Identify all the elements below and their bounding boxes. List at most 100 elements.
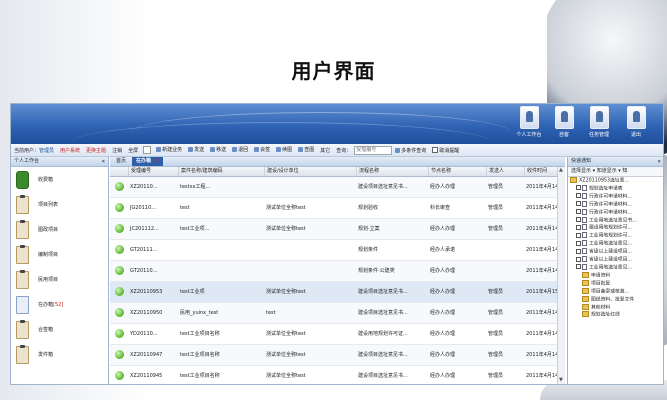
right-panel-header: 快递通知 » <box>568 157 663 167</box>
column-header[interactable]: 收件时间 <box>524 167 558 176</box>
checkbox-icon[interactable] <box>576 240 581 246</box>
table-cell: 2011年4月14日 <box>526 268 558 274</box>
checkbox-icon[interactable] <box>576 193 581 199</box>
folder-icon <box>582 287 589 294</box>
table-row[interactable]: XZ20110... testxx工程... 建设项目选址意见书... 经办人办理 管理… <box>110 177 565 198</box>
search-input[interactable] <box>354 145 393 155</box>
table-row[interactable]: GT20110... 规划条件·公建类 经办人办理 2011年4月14日 <box>110 261 565 282</box>
table-cell: 管理员 <box>488 226 504 232</box>
table-row[interactable]: XZ20110950 民用_yuinx_test test 建设项目选址意见书... 经… <box>110 303 565 324</box>
sidebar-item-3[interactable]: 编制项目 <box>11 242 108 267</box>
sidebar-item-4[interactable]: 民用项目 <box>11 267 108 292</box>
sidebar-item-5[interactable]: 在办箱[52] <box>11 292 108 317</box>
status-icon <box>115 245 124 254</box>
column-header[interactable]: 案件名称/建筑编码 <box>178 167 264 176</box>
status-icon <box>115 203 124 212</box>
tree-node[interactable]: 建设用地规划许可... <box>570 224 663 232</box>
toolbar-action-1[interactable]: 发送 <box>185 146 207 153</box>
header-button-3[interactable]: 退出 <box>621 105 651 141</box>
table-row[interactable]: GT20111... 规划条件 经办人承诺 2011年4月14日 <box>110 240 565 261</box>
toolbar-action-5[interactable]: 续图 <box>273 146 295 153</box>
table-row[interactable]: XZ20110945 test工业项目名称 测试单位全称test 建设项目选址意见书.… <box>110 366 565 384</box>
tree-node[interactable]: 工业用地选址意见... <box>570 240 663 248</box>
collapse-icon[interactable]: » <box>657 157 661 166</box>
tree-node[interactable]: 项目批复 <box>570 279 663 288</box>
checkbox-icon[interactable] <box>576 264 581 270</box>
tree-node[interactable]: 其他材料 <box>570 303 663 312</box>
tree-node[interactable]: 规划选址申请表 <box>570 184 663 193</box>
header-button-1[interactable]: 自客 <box>549 105 579 141</box>
checkbox-icon[interactable] <box>576 185 581 191</box>
column-header[interactable]: 发送人 <box>486 167 524 176</box>
sidebar-item-2[interactable]: 图政项目 <box>11 217 108 242</box>
column-header[interactable]: 节点名称 <box>428 167 486 176</box>
checkbox-icon[interactable] <box>576 217 581 223</box>
header-button-0[interactable]: 个人工作台 <box>514 105 544 141</box>
table-row[interactable]: JC201112... test工业项... 测试单位全称test 规划·立案 经办人办… <box>110 219 565 240</box>
right-panel-tools[interactable]: 选择显示 ▾ 知道显示 ▾ 知 <box>568 167 663 177</box>
table-row[interactable]: XZ20110947 test工业项目名称 测试单位全称test 建设项目选址意见书.… <box>110 345 565 366</box>
document-icon <box>582 256 587 263</box>
logout-link[interactable]: 注销 <box>109 147 125 154</box>
toolbar-action-6[interactable]: 查图 <box>295 146 317 153</box>
checkbox-icon[interactable] <box>576 201 581 207</box>
checkbox-icon[interactable] <box>576 209 581 215</box>
tab-in-progress[interactable]: 在办箱 × <box>132 157 164 166</box>
tree-node[interactable]: 省级以上建设项目... <box>570 248 663 256</box>
sidebar-item-label: 民用项目 <box>38 277 59 283</box>
table-cell: 管理员 <box>488 205 504 211</box>
task-table: 受理编号 案件名称/建筑编码 建设/设计单位 流程名称 节点名称 发送人 收件时间 XZ20… <box>110 167 565 384</box>
cancel-reminder-checkbox[interactable]: 取消提醒 <box>429 147 462 154</box>
table-cell: 测试单位全称test <box>266 205 306 211</box>
document-icon <box>582 184 587 191</box>
sidebar-item-1[interactable]: 项目列表 <box>11 192 108 217</box>
toolbar-action-4[interactable]: 会签 <box>251 146 273 153</box>
table-cell: GT20111... <box>130 247 158 253</box>
table-row[interactable]: XZ20110953 test工业项 测试单位全称test 建设项目选址意见书... 经… <box>110 282 565 303</box>
table-cell: 2011年4月14日 <box>526 310 558 316</box>
tree-node[interactable]: XZ20110953选址意... <box>570 177 663 185</box>
table-row[interactable]: JG20110... test 测试单位全称test 规划验收 科长审查 管理员 2011年… <box>110 198 565 219</box>
tree-node[interactable]: 图纸资料、批复文件 <box>570 295 663 304</box>
other-dropdown[interactable]: 其它 <box>317 147 333 154</box>
tree-node[interactable]: 行政许可申请材料... <box>570 192 663 201</box>
vertical-scrollbar[interactable]: ▲ ▼ <box>557 167 565 384</box>
toolbar-action-3[interactable]: 退回 <box>229 146 251 153</box>
checkbox-icon[interactable] <box>576 232 581 238</box>
toolbar-action-2[interactable]: 移送 <box>207 146 229 153</box>
header-button-2[interactable]: 任务管理 <box>584 105 614 141</box>
tree-node[interactable]: 行政许可申请材料... <box>570 200 663 209</box>
column-header[interactable]: 流程名称 <box>356 167 428 176</box>
change-theme-link[interactable]: 更换主题 <box>83 147 109 154</box>
tree-node[interactable]: 行政许可申请材料... <box>570 208 663 217</box>
table-row[interactable]: YD20110... test工业项目名称 测试单位全称test 建设用地规划许可证.… <box>110 324 565 345</box>
tree-node[interactable]: 工业用地规划许可... <box>570 232 663 240</box>
multi-condition-query-button[interactable]: 多条件查询 <box>392 147 429 154</box>
table-cell: 管理员 <box>488 289 504 295</box>
sidebar-item-6[interactable]: 合签箱 <box>11 317 108 342</box>
tree-node[interactable]: 申请资料 <box>570 271 663 280</box>
scroll-up-icon[interactable]: ▲ <box>559 168 563 173</box>
tree-node[interactable]: 工业用地选址意见... <box>570 263 663 272</box>
tree-node[interactable]: 省级以上建设项目... <box>570 256 663 264</box>
toolbar-action-0[interactable]: 新建业务 <box>153 146 185 153</box>
user-system-link[interactable]: 用户系统 <box>57 147 83 154</box>
sidebar-item-0[interactable]: 收费箱 <box>11 167 108 192</box>
app-window: 个人工作台 自客 任务管理 退出 当前用户：管理员 用户系统 更换主题 注销 全屏 新… <box>10 103 664 385</box>
tab-home[interactable]: 首页 <box>112 157 130 166</box>
fullscreen-link[interactable]: 全屏 <box>125 147 141 154</box>
close-icon[interactable]: × <box>155 158 159 164</box>
checkbox-icon[interactable] <box>576 224 581 230</box>
tree-node[interactable]: 规划选址红线 <box>570 311 663 319</box>
sidebar-item-7[interactable]: 发件箱 <box>11 342 108 367</box>
column-header[interactable]: 受理编号 <box>128 167 178 176</box>
collapse-icon[interactable]: « <box>101 157 105 166</box>
tree-node[interactable]: 工业用地选址意见书... <box>570 216 663 225</box>
checkbox-icon[interactable] <box>576 256 581 262</box>
scroll-down-icon[interactable]: ▼ <box>559 378 563 383</box>
table-cell: 经办人办理 <box>430 310 456 316</box>
column-header[interactable]: 建设/设计单位 <box>264 167 356 176</box>
table-cell: test工业项目名称 <box>180 331 220 337</box>
checkbox-icon[interactable] <box>576 248 581 254</box>
tree-node[interactable]: 项目备案或核准... <box>570 287 663 296</box>
